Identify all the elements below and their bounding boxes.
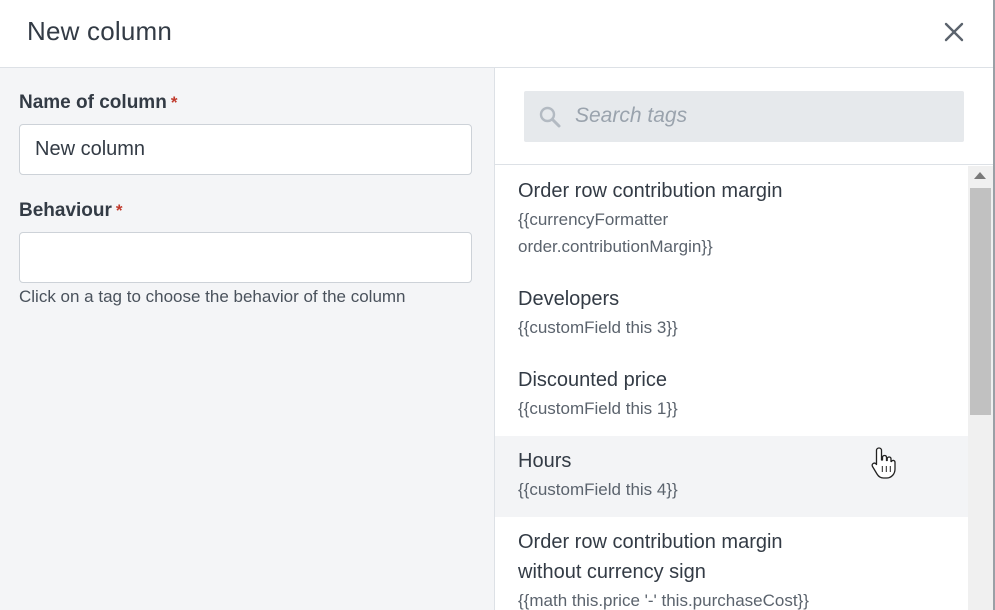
tag-code: {{customField this 4}} bbox=[518, 480, 678, 499]
tag-code: {{currencyFormatter bbox=[518, 210, 669, 229]
behaviour-input[interactable] bbox=[19, 232, 472, 283]
tag-code: {{math this.price '-' this.purchaseCost}… bbox=[518, 591, 809, 610]
behaviour-label: Behaviour * bbox=[19, 200, 123, 221]
behaviour-help-text: Click on a tag to choose the behavior of… bbox=[19, 287, 406, 306]
column-settings-pane: Name of column * New column Behaviour * Cl… bbox=[0, 68, 495, 610]
tag-name: Order row contribution margin bbox=[518, 180, 783, 202]
name-of-column-value: New column bbox=[35, 138, 146, 160]
dialog-title: New column bbox=[27, 16, 173, 46]
tag-code: {{customField this 3}} bbox=[518, 318, 678, 337]
tag-name: Hours bbox=[518, 450, 572, 472]
scrollbar-thumb[interactable] bbox=[970, 188, 991, 415]
tag-item[interactable]: Developers {{customField this 3}} bbox=[495, 284, 968, 341]
tags-pane: Search tags Order row contribution margi… bbox=[495, 68, 993, 610]
search-icon bbox=[538, 105, 562, 129]
tag-name: without currency sign bbox=[518, 561, 706, 583]
tag-item[interactable]: Discounted price {{customField this 1}} bbox=[495, 365, 968, 422]
required-marker: * bbox=[170, 93, 178, 112]
tag-list: Order row contribution margin {{currency… bbox=[495, 166, 968, 610]
tag-name: Developers bbox=[518, 288, 620, 310]
new-column-dialog: New column Name of column * New column Be… bbox=[0, 0, 995, 610]
tag-search-area: Search tags bbox=[495, 68, 993, 165]
tag-name: Discounted price bbox=[518, 369, 667, 391]
tag-name: Order row contribution margin bbox=[518, 531, 783, 553]
name-of-column-label: Name of column * bbox=[19, 92, 178, 113]
close-icon[interactable] bbox=[940, 18, 968, 46]
search-placeholder: Search tags bbox=[575, 104, 688, 127]
tag-item-hovered[interactable]: Hours {{customField this 4}} bbox=[495, 436, 968, 517]
tag-code: {{customField this 1}} bbox=[518, 399, 678, 418]
required-marker: * bbox=[115, 201, 123, 220]
tag-list-scrollbar[interactable] bbox=[968, 166, 993, 610]
name-of-column-input[interactable]: New column bbox=[19, 124, 472, 175]
dialog-header: New column bbox=[0, 0, 993, 68]
tag-item[interactable]: Order row contribution margin without cu… bbox=[495, 527, 968, 610]
tag-search-input[interactable]: Search tags bbox=[524, 91, 964, 142]
tag-code: order.contributionMargin}} bbox=[518, 237, 713, 256]
scroll-up-arrow-icon[interactable] bbox=[974, 172, 986, 179]
tag-item[interactable]: Order row contribution margin {{currency… bbox=[495, 176, 968, 260]
